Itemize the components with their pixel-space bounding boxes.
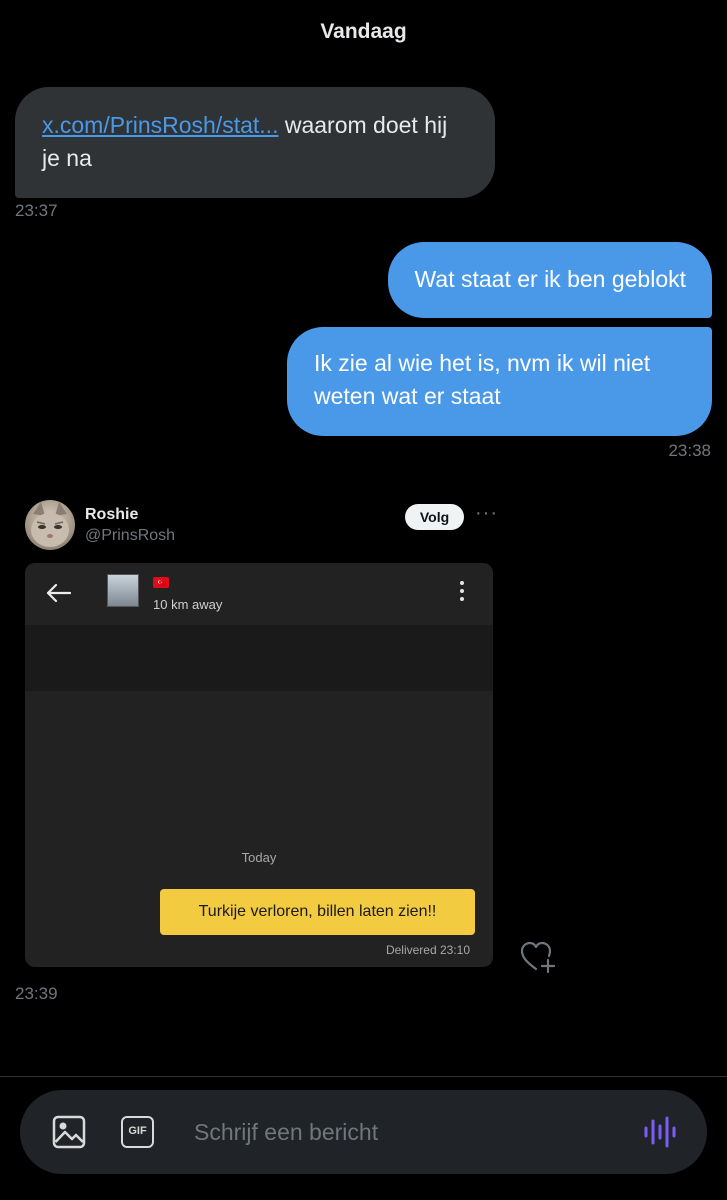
- post-image[interactable]: 🇹🇷 10 km away Today Turkije verloren, bi…: [25, 563, 493, 967]
- message-bubble-outgoing[interactable]: Wat staat er ik ben geblokt: [387, 242, 712, 318]
- date-separator: Today: [241, 850, 277, 865]
- distance-label: 10 km away: [153, 597, 223, 612]
- delivery-status: Delivered 23:10: [385, 943, 470, 957]
- message-timestamp: 23:39: [15, 984, 58, 1003]
- screenshot-header: [25, 563, 493, 625]
- follow-button[interactable]: Volg: [405, 504, 464, 530]
- screenshot-banner: [25, 625, 493, 691]
- cat-avatar-icon: [31, 502, 69, 547]
- flag-icon: 🇹🇷: [153, 577, 169, 588]
- message-bubble-incoming[interactable]: x.com/PrinsRosh/stat... waarom doet hij …: [15, 87, 495, 198]
- shared-post-card[interactable]: Roshie @PrinsRosh Volg ··· 🇹🇷 10 km away…: [15, 485, 497, 967]
- post-author-name[interactable]: Roshie: [85, 506, 138, 524]
- kebab-menu-icon: [459, 581, 465, 605]
- profile-thumbnail: [107, 574, 139, 607]
- heart-plus-icon[interactable]: [519, 940, 557, 979]
- gif-button[interactable]: GIF: [121, 1116, 154, 1148]
- message-timestamp: 23:38: [668, 441, 711, 460]
- message-link[interactable]: x.com/PrinsRosh/stat...: [42, 112, 278, 138]
- divider: [0, 1076, 727, 1077]
- message-input[interactable]: [194, 1114, 614, 1150]
- screenshot-message: Turkije verloren, billen laten zien!!: [160, 889, 475, 935]
- back-arrow-icon: [45, 583, 72, 608]
- voice-message-icon[interactable]: [643, 1115, 677, 1154]
- day-separator: Vandaag: [320, 20, 407, 43]
- image-icon[interactable]: [52, 1115, 86, 1154]
- post-author-handle[interactable]: @PrinsRosh: [85, 527, 175, 545]
- message-composer: GIF: [20, 1090, 707, 1174]
- message-timestamp: 23:37: [15, 201, 58, 220]
- avatar[interactable]: [25, 500, 75, 550]
- more-options-icon[interactable]: ···: [475, 502, 498, 525]
- message-bubble-outgoing[interactable]: Ik zie al wie het is, nvm ik wil niet we…: [287, 327, 712, 436]
